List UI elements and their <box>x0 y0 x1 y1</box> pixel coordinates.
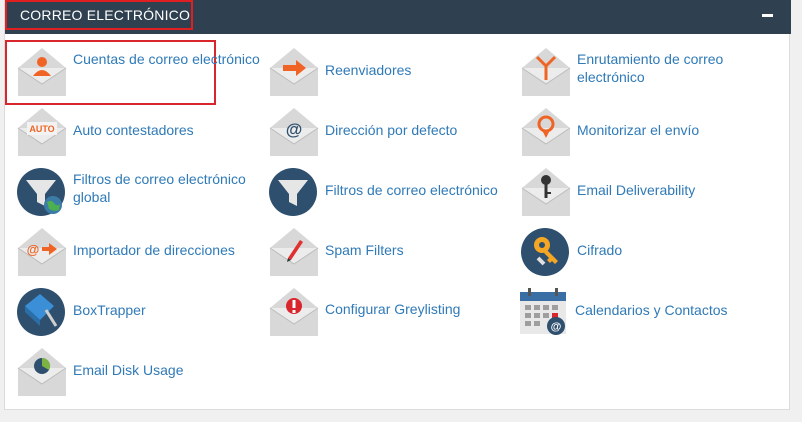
envelope-alert-icon <box>269 288 319 336</box>
item-global-email-filters[interactable]: Filtros de correo electrónico global <box>16 166 266 226</box>
svg-text:@: @ <box>27 242 40 257</box>
item-label: Enrutamiento de correo electrónico <box>577 51 724 85</box>
funnel-icon <box>269 168 317 216</box>
item-calendars-contacts[interactable]: @ Calendarios y Contactos <box>518 286 768 346</box>
envelope-pencil-icon <box>269 228 319 276</box>
box-trap-icon <box>17 288 65 336</box>
item-label: Importador de direcciones <box>73 242 235 258</box>
item-label: Cuentas de correo electrónico <box>73 51 260 67</box>
keys-icon <box>521 228 569 276</box>
collapse-icon[interactable] <box>762 14 773 17</box>
svg-text:@: @ <box>551 321 562 333</box>
item-spam-filters[interactable]: Spam Filters <box>268 226 518 286</box>
item-default-address[interactable]: @ Dirección por defecto <box>268 106 518 166</box>
item-track-delivery[interactable]: Monitorizar el envío <box>520 106 770 166</box>
envelope-user-icon <box>17 48 67 96</box>
item-label: Filtros de correo electrónico global <box>73 171 246 205</box>
section-header[interactable]: CORREO ELECTRÓNICO <box>5 0 791 34</box>
item-boxtrapper[interactable]: BoxTrapper <box>16 286 266 346</box>
item-label: Reenviadores <box>325 62 412 78</box>
envelope-routing-icon <box>521 48 571 96</box>
envelope-at-icon: @ <box>269 108 319 156</box>
item-label: BoxTrapper <box>73 302 146 318</box>
item-label: Dirección por defecto <box>325 122 458 138</box>
item-email-routing[interactable]: Enrutamiento de correo electrónico <box>520 46 770 106</box>
item-label: Auto contestadores <box>73 122 194 138</box>
item-email-deliverability[interactable]: Email Deliverability <box>520 166 770 226</box>
envelope-forward-icon <box>269 48 319 96</box>
item-label: Spam Filters <box>325 242 404 258</box>
item-label: Email Disk Usage <box>73 362 184 378</box>
envelope-location-pin-icon <box>521 108 571 156</box>
svg-text:@: @ <box>286 120 303 139</box>
item-greylisting[interactable]: Configurar Greylisting <box>268 286 518 346</box>
calendar-at-icon: @ <box>520 288 566 335</box>
item-email-filters[interactable]: Filtros de correo electrónico <box>268 166 518 226</box>
envelope-pie-chart-icon <box>17 348 67 396</box>
envelope-import-icon: @ <box>17 228 67 276</box>
item-encryption[interactable]: Cifrado <box>520 226 770 286</box>
item-label: Filtros de correo electrónico <box>325 182 498 198</box>
envelope-key-icon <box>521 168 571 216</box>
item-label: Email Deliverability <box>577 182 696 198</box>
item-address-importer[interactable]: @ Importador de direcciones <box>16 226 266 286</box>
item-label: Cifrado <box>577 242 623 258</box>
funnel-globe-icon <box>17 168 65 216</box>
svg-text:AUTO: AUTO <box>29 124 54 134</box>
item-email-accounts[interactable]: Cuentas de correo electrónico <box>16 46 266 106</box>
item-label: Monitorizar el envío <box>577 122 700 138</box>
section-title: CORREO ELECTRÓNICO <box>5 0 193 30</box>
item-label: Calendarios y Contactos <box>575 302 728 318</box>
item-autoresponders[interactable]: AUTO Auto contestadores <box>16 106 266 166</box>
envelope-auto-icon: AUTO <box>17 108 67 156</box>
item-forwarders[interactable]: Reenviadores <box>268 46 518 106</box>
item-email-disk-usage[interactable]: Email Disk Usage <box>16 346 266 406</box>
item-label: Configurar Greylisting <box>325 301 461 317</box>
